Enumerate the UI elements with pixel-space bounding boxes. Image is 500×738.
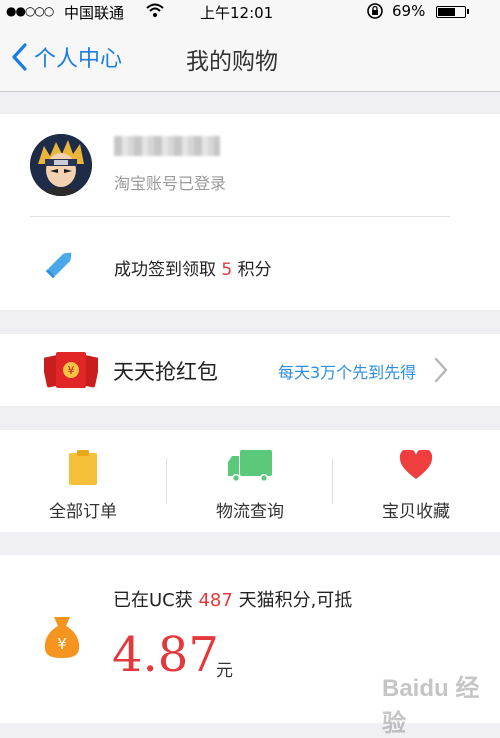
points-count: 487 (198, 590, 233, 611)
battery-icon (436, 6, 469, 18)
all-orders-button[interactable]: 全部订单 (0, 430, 166, 532)
logistics-label: 物流查询 (216, 502, 284, 522)
login-status: 淘宝账号已登录 (114, 174, 227, 193)
chevron-left-icon (12, 43, 27, 71)
username-blurred (114, 136, 220, 156)
avatar[interactable] (30, 134, 92, 196)
chevron-right-icon (434, 357, 448, 383)
truck-icon (228, 450, 272, 482)
back-button-label: 个人中心 (34, 47, 123, 72)
checkin-suffix: 积分 (237, 260, 272, 280)
back-button[interactable]: 个人中心 (8, 42, 122, 72)
status-bar: ●●○○○ 中国联通 上午12:01 69% (0, 0, 500, 24)
baidu-watermark: Baidu 经验 (382, 675, 480, 737)
page-title: 我的购物 (186, 49, 278, 75)
favorites-button[interactable]: 宝贝收藏 (333, 430, 499, 532)
red-packet-row[interactable]: ¥ 天天抢红包 每天3万个先到先得 (0, 334, 500, 406)
wifi-icon (146, 3, 164, 21)
divider (30, 216, 450, 217)
money-bag-icon: ¥ (44, 617, 80, 658)
favorites-label: 宝贝收藏 (382, 502, 450, 522)
discount-amount: 4.87 (112, 627, 219, 683)
checkin-message: 成功签到领取 5 积分 (114, 255, 272, 280)
checkin-points: 5 (221, 260, 233, 280)
points-prefix: 已在UC获 (113, 590, 193, 611)
clipboard-icon (69, 450, 97, 485)
svg-text:¥: ¥ (57, 635, 67, 653)
rotation-lock-icon (366, 2, 384, 24)
carrier-name: 中国联通 (64, 4, 125, 22)
heart-icon (399, 450, 433, 479)
svg-text:¥: ¥ (68, 364, 75, 377)
red-envelope-icon: ¥ (44, 352, 98, 388)
points-summary: 已在UC获 487 天猫积分,可抵 (113, 586, 352, 612)
status-time: 上午12:01 (200, 4, 274, 22)
account-card: 淘宝账号已登录 成功签到领取 5 积分 (0, 114, 500, 310)
red-packet-subtitle: 每天3万个先到先得 (278, 363, 417, 382)
all-orders-label: 全部订单 (49, 502, 117, 522)
pencil-icon (45, 252, 72, 279)
battery-percent: 69% (392, 2, 426, 20)
red-packet-title: 天天抢红包 (113, 360, 218, 384)
shortcut-grid: 全部订单 物流查询 宝贝收藏 (0, 430, 500, 532)
logistics-button[interactable]: 物流查询 (167, 430, 333, 532)
checkin-prefix: 成功签到领取 (114, 260, 216, 280)
currency-unit: 元 (216, 661, 233, 681)
navigation-bar: 个人中心 我的购物 (0, 24, 500, 92)
signal-strength-icon: ●●○○○ (6, 4, 54, 18)
points-suffix: 天猫积分,可抵 (238, 590, 353, 611)
